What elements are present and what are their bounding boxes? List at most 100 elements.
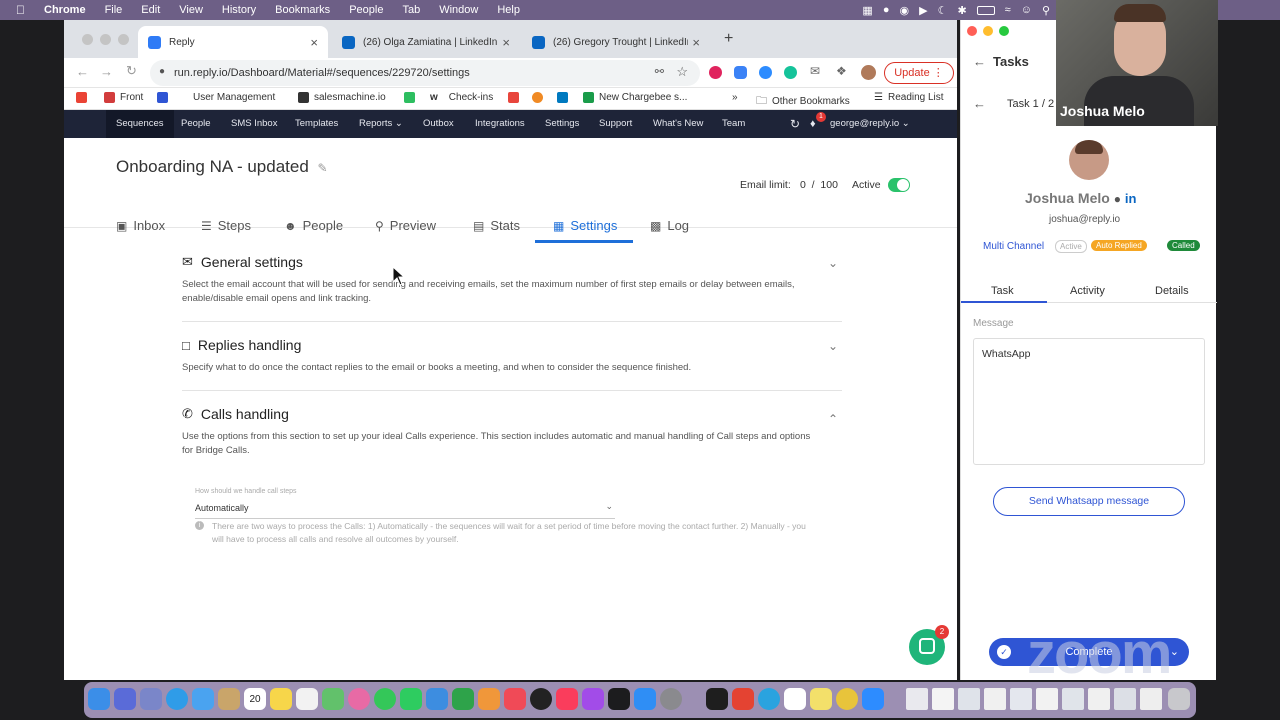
reminders-icon[interactable] [296, 688, 318, 710]
pages-icon[interactable] [478, 688, 500, 710]
browser-tab-reply[interactable]: Reply × [138, 26, 328, 58]
bookmark-chargebee[interactable]: New Chargebee s... [583, 92, 687, 103]
nav-integrations[interactable]: Integrations [475, 110, 525, 138]
bookmark-reading-list[interactable]: ☰ Reading List [874, 92, 944, 103]
reload-icon[interactable]: ↻ [126, 63, 137, 79]
panel-tab-activity[interactable]: Activity [1070, 285, 1105, 297]
close-tab-icon[interactable]: × [502, 35, 510, 50]
document-thumb-3[interactable] [958, 688, 980, 710]
document-thumb-8[interactable] [1088, 688, 1110, 710]
nav-people[interactable]: People [181, 110, 211, 138]
menu-edit[interactable]: Edit [141, 4, 160, 16]
minimize-dot[interactable] [983, 26, 993, 36]
chevron-up-icon[interactable]: ⌃ [828, 412, 838, 426]
safari-icon[interactable] [166, 688, 188, 710]
close-window-dot[interactable] [82, 34, 93, 45]
document-thumb-2[interactable] [932, 688, 954, 710]
chevron-down-icon[interactable]: ⌄ [1170, 638, 1179, 666]
chrome-icon[interactable] [836, 688, 858, 710]
extension-zoom-icon[interactable] [759, 66, 772, 79]
document-thumb-4[interactable] [984, 688, 1006, 710]
maps-icon[interactable] [322, 688, 344, 710]
forward-icon[interactable]: → [100, 64, 113, 79]
profile-avatar[interactable] [861, 65, 876, 80]
status-icon-c[interactable]: ◉ [899, 4, 909, 17]
document-thumb-5[interactable] [1010, 688, 1032, 710]
notes-icon[interactable] [270, 688, 292, 710]
bookmark-salesmachine[interactable]: salesmachine.io [298, 92, 386, 103]
bookmark-front[interactable]: Front [104, 92, 143, 103]
menu-view[interactable]: View [179, 4, 203, 16]
sync-icon[interactable]: ↻ [790, 110, 800, 138]
keynote-icon[interactable] [426, 688, 448, 710]
slack-icon[interactable] [784, 688, 806, 710]
numbers-icon[interactable] [452, 688, 474, 710]
bookmark-star-icon[interactable]: ☆ [676, 64, 688, 80]
messages-icon[interactable] [374, 688, 396, 710]
wifi-icon[interactable]: ≈ [1005, 4, 1011, 16]
menu-file[interactable]: File [105, 4, 123, 16]
finder-icon[interactable] [88, 688, 110, 710]
podcasts-icon[interactable] [582, 688, 604, 710]
apple-icon[interactable]:  [16, 3, 25, 17]
nav-sequences[interactable]: Sequences [106, 110, 174, 138]
moon-icon[interactable]: ☾ [938, 4, 948, 17]
tab-preview[interactable]: ⚲ Preview [375, 218, 436, 233]
zoom-app-icon[interactable] [862, 688, 884, 710]
document-thumb-6[interactable] [1036, 688, 1058, 710]
music-icon[interactable] [556, 688, 578, 710]
minimize-window-dot[interactable] [100, 34, 111, 45]
bookmark-gmail[interactable] [76, 92, 87, 103]
tab-log[interactable]: ▩ Log [650, 218, 689, 233]
browser-tab-linkedin-olga[interactable]: (26) Olga Zamiatina | LinkedIn × [332, 26, 520, 58]
back-icon[interactable]: ← [76, 64, 89, 79]
message-textarea[interactable]: WhatsApp [973, 338, 1205, 465]
news-icon[interactable] [504, 688, 526, 710]
nav-outbox[interactable]: Outbox [423, 110, 454, 138]
tab-stats[interactable]: ▤ Stats [473, 218, 520, 233]
app-dark-icon[interactable] [530, 688, 552, 710]
mail-icon[interactable] [192, 688, 214, 710]
panel-tab-details[interactable]: Details [1155, 285, 1189, 297]
bookmark-misc-1[interactable] [508, 92, 519, 103]
nav-sms-inbox[interactable]: SMS Inbox [231, 110, 277, 138]
close-tab-icon[interactable]: × [310, 35, 318, 50]
bookmark-other[interactable]: 🗀 Other Bookmarks [756, 92, 850, 111]
chevron-down-icon[interactable]: ⌄ [828, 339, 838, 353]
document-thumb-1[interactable] [906, 688, 928, 710]
tab-steps[interactable]: ☰ Steps [201, 218, 251, 233]
bell-icon[interactable]: ♦ [810, 110, 816, 138]
document-thumb-7[interactable] [1062, 688, 1084, 710]
app-store-icon[interactable] [634, 688, 656, 710]
tab-settings[interactable]: ▦ Settings [553, 218, 617, 233]
section-general-settings[interactable]: ✉ General settings Select the email accou… [182, 254, 842, 306]
document-thumb-10[interactable] [1140, 688, 1162, 710]
edit-pencil-icon[interactable]: ✎ [318, 161, 328, 175]
nav-support[interactable]: Support [599, 110, 632, 138]
contacts-icon[interactable] [218, 688, 240, 710]
bookmark-check-ins[interactable]: w Check-ins [430, 92, 493, 103]
call-steps-select[interactable]: Automatically ⌄ [195, 501, 615, 519]
back-arrow-icon[interactable]: ← [973, 96, 986, 111]
nav-reports[interactable]: Reports ⌄ [359, 110, 403, 138]
photos-icon[interactable] [348, 688, 370, 710]
extension-blue-icon[interactable] [734, 66, 747, 79]
trash-icon[interactable] [1168, 688, 1190, 710]
calendar-icon[interactable]: 20 [244, 688, 266, 710]
stripe-icon[interactable]: ● [1114, 192, 1121, 206]
tab-people[interactable]: ☻ People [284, 218, 343, 233]
close-dot[interactable] [967, 26, 977, 36]
maximize-dot[interactable] [999, 26, 1009, 36]
tv-icon[interactable] [608, 688, 630, 710]
telegram-icon[interactable] [758, 688, 780, 710]
back-arrow-icon[interactable]: ← [973, 54, 986, 69]
menu-history[interactable]: History [222, 4, 256, 16]
linkedin-icon[interactable]: in [1125, 191, 1137, 206]
active-toggle[interactable] [888, 178, 910, 192]
menu-chrome[interactable]: Chrome [44, 4, 86, 16]
launchpad-icon[interactable] [114, 688, 136, 710]
menu-people[interactable]: People [349, 4, 383, 16]
nav-team[interactable]: Team [722, 110, 745, 138]
extensions-puzzle-icon[interactable]: ❖ [836, 64, 847, 78]
bluetooth-icon[interactable]: ✱ [957, 4, 966, 17]
